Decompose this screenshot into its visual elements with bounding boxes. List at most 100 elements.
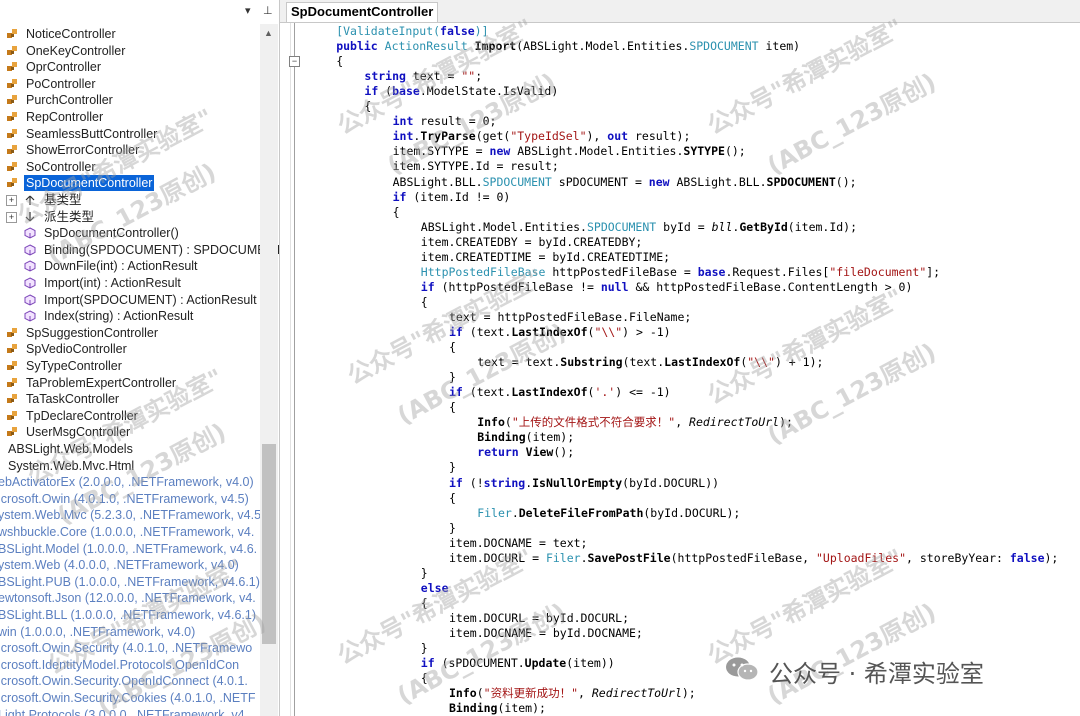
method-icon: [24, 310, 36, 322]
code-line: [ValidateInput(false)]: [336, 24, 488, 39]
code-token: byId =: [656, 219, 712, 234]
tree-item-label: System.Web.Mvc.Html: [8, 458, 135, 473]
code-token: (ABSLight.Model.Entities.: [516, 39, 690, 54]
tree-item-label: wshbuckle.Core (1.0.0.0, .NETFramework, …: [0, 525, 255, 539]
code-token: LastIndexOf: [511, 385, 588, 400]
code-token: {: [449, 490, 456, 505]
code-token: LastIndexOf: [511, 325, 588, 339]
code-line: item.DOCNAME = byId.DOCNAME;: [449, 626, 643, 641]
code-token: ) > -1): [622, 325, 671, 339]
code-token: Info: [477, 415, 505, 430]
code-token: '.': [594, 385, 616, 400]
code-token: text =: [405, 69, 462, 84]
tree-item-label: Binding(SPDOCUMENT) : SPDOCUMENT: [44, 242, 280, 257]
tab-spdocumentcontroller[interactable]: SpDocumentController: [286, 2, 439, 22]
tree-item-label: NoticeController: [26, 27, 116, 41]
code-token: base: [392, 84, 420, 99]
code-token: item.DOCURL = byId.DOCURL;: [449, 610, 630, 625]
code-token: ();: [724, 144, 746, 159]
code-token: (text.: [462, 325, 512, 339]
method-icon: [24, 260, 36, 272]
code-token: httpPostedFileBase =: [545, 264, 698, 279]
code-line: {: [364, 99, 371, 114]
code-token: SYTYPE: [683, 144, 725, 159]
code-token: DeleteFileFromPath: [518, 505, 644, 520]
method-icon: [24, 227, 36, 239]
code-token: ,: [578, 686, 592, 701]
code-token: result = 0;: [413, 114, 497, 129]
tree-item-label: icrosoft.Owin.Security.OpenIdConnect (4.…: [0, 674, 248, 689]
code-token: text = text.: [477, 355, 561, 370]
code-token: Binding: [477, 430, 526, 445]
scrollbar-thumb[interactable]: [262, 444, 276, 644]
code-token: GetById: [739, 219, 788, 234]
code-line: item.SYTYPE = new ABSLight.Model.Entitie…: [393, 144, 746, 159]
code-token: "上传的文件格式不符合要求！": [511, 415, 676, 430]
code-token: }: [420, 565, 428, 580]
code-token: (get(: [475, 129, 511, 144]
tree-item-label: SpDocumentController(): [44, 226, 179, 241]
code-line: text = httpPostedFileBase.FileName;: [449, 310, 691, 325]
tree-item-label: TaProblemExpertController: [26, 375, 177, 390]
code-token: {: [449, 400, 456, 415]
code-token: ,: [675, 415, 690, 430]
code-token: out: [607, 129, 629, 144]
code-token: ();: [553, 445, 575, 460]
expand-toggle[interactable]: +: [6, 195, 17, 206]
code-line: {: [421, 671, 428, 686]
code-token: if: [392, 189, 407, 204]
code-token: );: [779, 415, 793, 430]
wechat-icon: [726, 657, 759, 681]
code-token: .: [511, 505, 519, 520]
code-token: LastIndexOf: [664, 355, 741, 370]
code-token: if: [420, 279, 435, 294]
tree-item-label: SoController: [26, 159, 96, 174]
tree-item-label: Import(int) : ActionResult: [44, 276, 181, 290]
tree-scrollbar[interactable]: ▲: [260, 24, 278, 716]
code-line: Filer.DeleteFileFromPath(byId.DOCURL);: [477, 506, 740, 521]
code-token: , storeByYear:: [906, 550, 1010, 565]
code-token: (item.Id != 0): [406, 189, 511, 204]
code-token: string: [483, 475, 526, 490]
code-token: HttpPostedFileBase: [420, 264, 546, 279]
code-line: item.DOCURL = byId.DOCURL;: [449, 611, 629, 626]
code-token: )]: [474, 24, 489, 38]
class-icon: [7, 361, 17, 370]
tree-item-label: SeamlessButtController: [26, 126, 158, 141]
class-icon: [7, 394, 17, 404]
code-line: HttpPostedFileBase httpPostedFileBase = …: [421, 265, 940, 280]
class-icon: [7, 45, 17, 55]
code-token: {: [392, 204, 400, 219]
code-token: ];: [926, 264, 941, 279]
tree-item-label: SpSuggestionController: [26, 325, 159, 340]
code-token: if: [449, 475, 463, 490]
code-line: {: [336, 54, 343, 69]
pin-icon[interactable]: ⊥: [263, 4, 273, 17]
class-icon: [7, 161, 17, 171]
scroll-up-arrow[interactable]: ▲: [264, 28, 273, 38]
code-token: {: [449, 340, 456, 355]
code-token: "TypeIdSel": [510, 129, 587, 144]
panel-dropdown-button[interactable]: ▾: [245, 4, 251, 17]
code-token: ActionResult: [384, 39, 475, 54]
code-line: item.DOCURL = Filer.SavePostFile(httpPos…: [449, 551, 1058, 566]
code-line: ABSLight.BLL.SPDOCUMENT sPDOCUMENT = new…: [393, 175, 857, 190]
code-editor[interactable]: − [ValidateInput(false)] public ActionRes…: [280, 23, 1080, 716]
code-token: "资料更新成功！": [483, 686, 578, 701]
code-token: {: [336, 54, 344, 69]
code-token: (text.: [462, 385, 512, 400]
code-token: {: [420, 294, 428, 309]
tree-item-label: Import(SPDOCUMENT) : ActionResult: [44, 292, 257, 307]
code-token: ) <= -1): [615, 385, 671, 400]
code-token: ) + 1);: [774, 355, 824, 370]
code-token: base: [697, 264, 726, 279]
fold-toggle[interactable]: −: [289, 56, 300, 67]
code-token: [ValidateInput(: [336, 24, 441, 38]
expand-toggle[interactable]: +: [6, 211, 17, 223]
code-token: SPDOCUMENT: [689, 39, 759, 54]
code-line: text = text.Substring(text.LastIndexOf("…: [477, 355, 823, 370]
code-token: item.DOCURL =: [449, 550, 546, 565]
code-token: TryParse: [420, 129, 476, 144]
code-token: (item);: [525, 430, 575, 445]
code-token: RedirectToUrl: [591, 686, 682, 701]
